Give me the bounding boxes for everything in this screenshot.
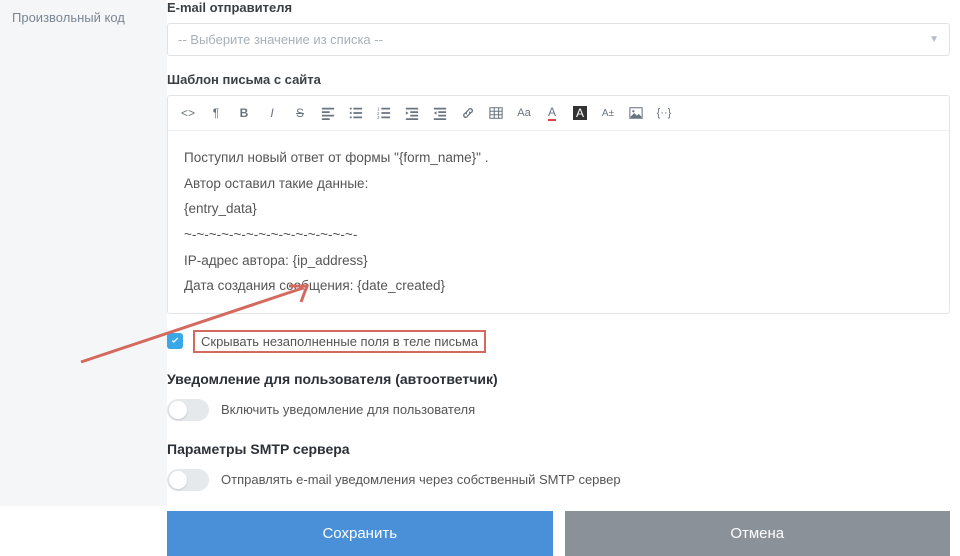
table-icon[interactable] xyxy=(484,102,508,124)
sidebar-item-custom-code[interactable]: Произвольный код xyxy=(12,8,155,25)
code-icon[interactable]: <> xyxy=(176,102,200,124)
italic-icon[interactable]: I xyxy=(260,102,284,124)
template-line: ~-~-~-~-~-~-~-~-~-~-~-~-~-~- xyxy=(184,222,933,248)
list-ul-icon[interactable] xyxy=(344,102,368,124)
smtp-toggle-label: Отправлять e-mail уведомления через собс… xyxy=(221,472,621,487)
indent-icon[interactable] xyxy=(400,102,424,124)
sidebar: Произвольный код xyxy=(0,0,167,506)
list-ol-icon[interactable]: 123 xyxy=(372,102,396,124)
main-content: E-mail отправителя -- Выберите значение … xyxy=(167,0,960,506)
email-sender-label: E-mail отправителя xyxy=(167,0,950,15)
caret-down-icon: ▼ xyxy=(929,34,939,45)
email-template-editor: <> ¶ B I S 123 Aa A A A± xyxy=(167,95,950,314)
align-left-icon[interactable] xyxy=(316,102,340,124)
template-line: {entry_data} xyxy=(184,196,933,222)
paragraph-icon[interactable]: ¶ xyxy=(204,102,228,124)
svg-text:3: 3 xyxy=(377,115,380,120)
template-line: Дата создания сообщения: {date_created} xyxy=(184,273,933,299)
template-line: Автор оставил такие данные: xyxy=(184,171,933,197)
editor-toolbar: <> ¶ B I S 123 Aa A A A± xyxy=(168,96,949,131)
autoreply-toggle-label: Включить уведомление для пользователя xyxy=(221,402,475,417)
clear-format-icon[interactable]: A± xyxy=(596,102,620,124)
textcolor-icon[interactable]: A xyxy=(540,102,564,124)
template-label: Шаблон письма с сайта xyxy=(167,72,950,87)
autoreply-title: Уведомление для пользователя (автоответч… xyxy=(167,371,950,387)
hide-empty-checkbox[interactable] xyxy=(167,333,183,349)
smtp-title: Параметры SMTP сервера xyxy=(167,441,950,457)
smtp-toggle[interactable] xyxy=(167,469,209,491)
template-line: Поступил новый ответ от формы "{form_nam… xyxy=(184,145,933,171)
braces-icon[interactable]: {··} xyxy=(652,102,676,124)
editor-body[interactable]: Поступил новый ответ от формы "{form_nam… xyxy=(168,131,949,313)
link-icon[interactable] xyxy=(456,102,480,124)
hide-empty-label: Скрывать незаполненные поля в теле письм… xyxy=(193,330,486,353)
template-line: IP-адрес автора: {ip_address} xyxy=(184,248,933,274)
outdent-icon[interactable] xyxy=(428,102,452,124)
bgcolor-icon[interactable]: A xyxy=(568,102,592,124)
strike-icon[interactable]: S xyxy=(288,102,312,124)
fontsize-icon[interactable]: Aa xyxy=(512,102,536,124)
email-sender-select[interactable]: -- Выберите значение из списка -- ▼ xyxy=(167,23,950,56)
cancel-button[interactable]: Отмена xyxy=(565,511,951,556)
image-icon[interactable] xyxy=(624,102,648,124)
save-button[interactable]: Сохранить xyxy=(167,511,553,556)
bold-icon[interactable]: B xyxy=(232,102,256,124)
autoreply-toggle[interactable] xyxy=(167,399,209,421)
select-placeholder: -- Выберите значение из списка -- xyxy=(178,32,383,47)
